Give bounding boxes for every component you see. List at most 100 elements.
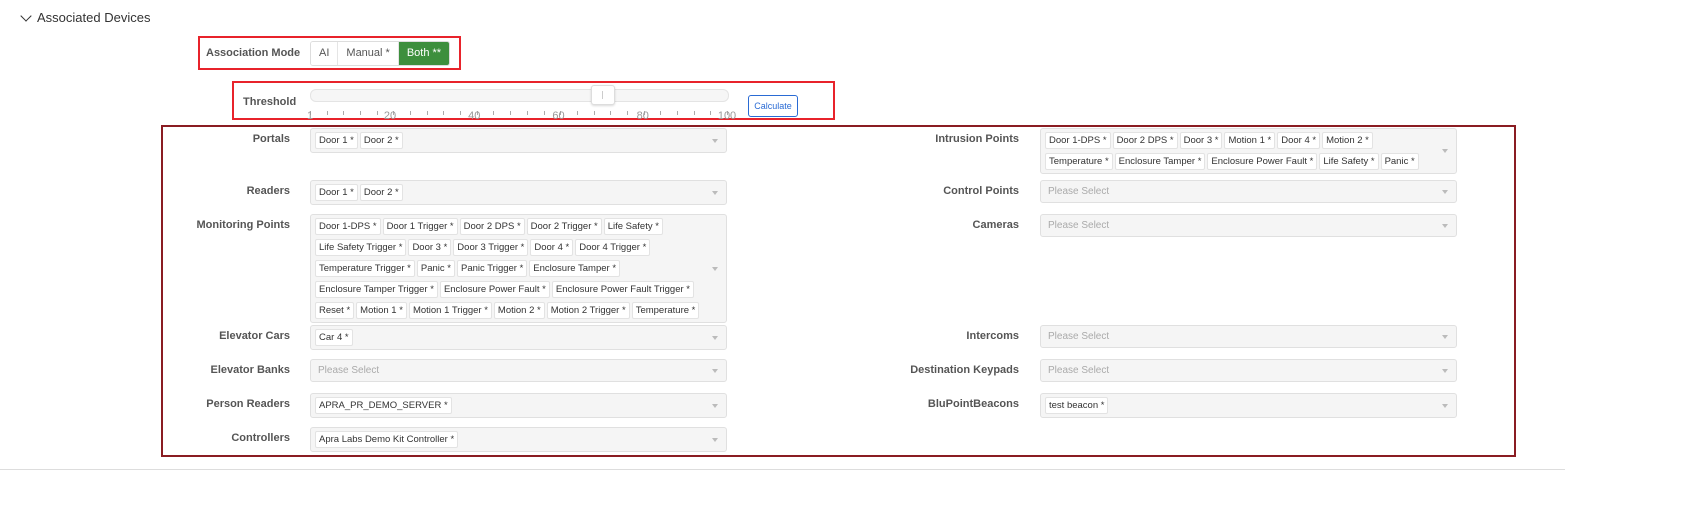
slider-tick (710, 111, 712, 115)
selected-tag[interactable]: Enclosure Tamper Trigger * (315, 281, 438, 298)
caret-down-icon[interactable] (712, 190, 718, 195)
intercoms-select[interactable]: Please Select (1040, 325, 1457, 348)
selected-tag[interactable]: Enclosure Power Fault * (439, 281, 550, 298)
elevator-cars-select[interactable]: Car 4 * (310, 325, 727, 350)
selected-tag[interactable]: Door 2 DPS * (1112, 132, 1178, 149)
threshold-slider[interactable] (310, 85, 729, 105)
elevator-banks-select[interactable]: Please Select (310, 359, 727, 382)
selected-tag[interactable]: Door 1 * (315, 132, 358, 149)
portals-select[interactable]: Door 1 * Door 2 * (310, 128, 727, 153)
control-points-select[interactable]: Please Select (1040, 180, 1457, 203)
selected-tag[interactable]: Door 2 DPS * (459, 218, 525, 235)
selected-tag[interactable]: Enclosure Tamper * (1114, 153, 1206, 170)
blupointbeacons-label: BluPointBeacons (927, 398, 1019, 410)
divider (0, 469, 1565, 470)
caret-down-icon[interactable] (712, 403, 718, 408)
slider-tick (626, 111, 628, 115)
slider-tick (676, 111, 678, 115)
slider-tick (360, 111, 362, 115)
person-readers-select[interactable]: APRA_PR_DEMO_SERVER * (310, 393, 727, 418)
caret-down-icon[interactable] (712, 266, 718, 271)
selected-tag[interactable]: Door 1 Trigger * (382, 218, 458, 235)
selected-tag[interactable]: Door 2 * (359, 132, 403, 149)
caret-down-icon[interactable] (712, 437, 718, 442)
readers-select[interactable]: Door 1 * Door 2 * (310, 180, 727, 205)
cameras-select[interactable]: Please Select (1040, 214, 1457, 237)
controllers-select[interactable]: Apra Labs Demo Kit Controller * (310, 427, 727, 452)
selected-tag[interactable]: Panic * (1380, 153, 1419, 170)
caret-down-icon[interactable] (712, 368, 718, 373)
selected-tag[interactable]: Door 1-DPS * (315, 218, 381, 235)
selected-tag[interactable]: Enclosure Power Fault * (1207, 153, 1318, 170)
placeholder: Please Select (1048, 365, 1110, 376)
selected-tag[interactable]: Door 2 * (359, 184, 403, 201)
monitoring-points-select[interactable]: Door 1-DPS * Door 1 Trigger * Door 2 DPS *… (310, 214, 727, 323)
selected-tag[interactable]: Reset * (315, 302, 355, 319)
intrusion-points-select[interactable]: Door 1-DPS * Door 2 DPS * Door 3 * Motion 1… (1040, 128, 1457, 174)
slider-tick (410, 111, 412, 115)
selected-tag[interactable]: Motion 1 * (1224, 132, 1276, 149)
monitoring-points-label: Monitoring Points (196, 219, 290, 231)
selected-tag[interactable]: Door 3 * (408, 239, 452, 256)
selected-tag[interactable]: Temperature Trigger * (315, 260, 415, 277)
selected-tag[interactable]: Door 2 Trigger * (526, 218, 602, 235)
selected-tag[interactable]: Motion 1 Trigger * (408, 302, 492, 319)
slider-tick (493, 111, 495, 115)
selected-tag[interactable]: Door 1-DPS * (1045, 132, 1111, 149)
slider-tick (443, 111, 445, 115)
destination-keypads-label: Destination Keypads (910, 364, 1019, 376)
selected-tag[interactable]: Door 3 * (1179, 132, 1223, 149)
caret-down-icon[interactable] (1442, 334, 1448, 339)
controllers-label: Controllers (231, 432, 290, 444)
selected-tag[interactable]: Apra Labs Demo Kit Controller * (315, 431, 459, 448)
selected-tag[interactable]: Panic Trigger * (456, 260, 528, 277)
destination-keypads-select[interactable]: Please Select (1040, 359, 1457, 382)
caret-down-icon[interactable] (1442, 368, 1448, 373)
slider-tick (660, 111, 662, 115)
slider-tick (593, 111, 595, 115)
mode-both-button[interactable]: Both ** (398, 42, 450, 65)
intercoms-label: Intercoms (966, 330, 1019, 342)
selected-tag[interactable]: Panic * (416, 260, 455, 277)
selected-tag[interactable]: Temperature * (631, 302, 700, 319)
placeholder: Please Select (1048, 220, 1110, 231)
mode-manual-button[interactable]: Manual * (338, 42, 399, 65)
mode-ai-button[interactable]: AI (311, 42, 339, 65)
selected-tag[interactable]: Life Safety Trigger * (315, 239, 407, 256)
slider-tick-label: 100 (717, 110, 737, 122)
section-toggle[interactable]: Associated Devices (20, 9, 151, 25)
caret-down-icon[interactable] (1442, 189, 1448, 194)
slider-tick (693, 111, 695, 115)
selected-tag[interactable]: Door 1 * (315, 184, 358, 201)
caret-down-icon[interactable] (1442, 403, 1448, 408)
selected-tag[interactable]: Motion 1 * (356, 302, 407, 319)
slider-tick (376, 111, 378, 115)
section-title: Associated Devices (37, 10, 151, 25)
intrusion-points-label: Intrusion Points (935, 133, 1019, 145)
blupointbeacons-select[interactable]: test beacon * (1040, 393, 1457, 418)
selected-tag[interactable]: Temperature * (1045, 153, 1113, 170)
selected-tag[interactable]: Car 4 * (315, 329, 353, 346)
slider-tick (426, 111, 428, 115)
caret-down-icon[interactable] (712, 335, 718, 340)
caret-down-icon[interactable] (1442, 223, 1448, 228)
selected-tag[interactable]: Door 4 Trigger * (575, 239, 651, 256)
caret-down-icon[interactable] (712, 138, 718, 143)
selected-tag[interactable]: test beacon * (1045, 397, 1109, 414)
selected-tag[interactable]: Motion 2 * (1322, 132, 1373, 149)
selected-tag[interactable]: Motion 2 Trigger * (546, 302, 630, 319)
selected-tag[interactable]: Enclosure Tamper * (529, 260, 621, 277)
selected-tag[interactable]: Motion 2 * (493, 302, 545, 319)
selected-tag[interactable]: Enclosure Power Fault Trigger * (551, 281, 694, 298)
selected-tag[interactable]: Door 3 Trigger * (453, 239, 529, 256)
selected-tag[interactable]: Life Safety * (1319, 153, 1379, 170)
selected-tag[interactable]: Door 4 * (1277, 132, 1321, 149)
selected-tag[interactable]: APRA_PR_DEMO_SERVER * (315, 397, 452, 414)
threshold-slider-handle[interactable] (590, 85, 615, 105)
selected-tag[interactable]: Door 4 * (530, 239, 574, 256)
caret-down-icon[interactable] (1442, 149, 1448, 153)
slider-tick-label: 1 (306, 110, 314, 122)
selected-tag[interactable]: Life Safety * (603, 218, 663, 235)
cameras-label: Cameras (972, 219, 1019, 231)
calculate-button[interactable]: Calculate (748, 95, 798, 117)
